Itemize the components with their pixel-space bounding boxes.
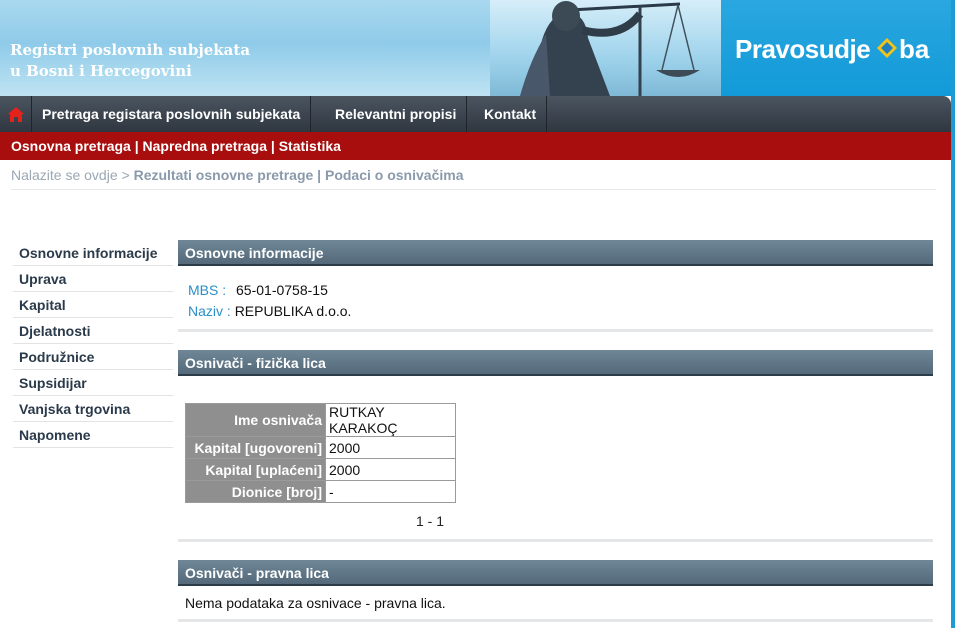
sidebar-item-capital[interactable]: Kapital: [13, 292, 173, 318]
nav-item-search-registry[interactable]: Pretraga registara poslovnih subjekata: [32, 96, 312, 132]
breadcrumb-current[interactable]: Rezultati osnovne pretrage | Podaci o os…: [134, 167, 464, 183]
founders-table: Ime osnivača RUTKAY KARAKOÇ Kapital [ugo…: [185, 403, 456, 503]
subnav-links: Osnovna pretraga | Napredna pretraga | S…: [11, 138, 341, 154]
logo-text-right: ba: [899, 34, 930, 64]
site-title-line1: Registri poslovnih subjekata: [10, 41, 251, 59]
sidebar-item-branches[interactable]: Podružnice: [13, 344, 173, 370]
site-title-line2: u Bosni i Hercegovini: [10, 62, 192, 80]
main-nav: Pretraga registara poslovnih subjekata R…: [0, 96, 951, 132]
sidebar-menu: Osnovne informacije Uprava Kapital Djela…: [13, 240, 173, 448]
site-header: Registri poslovnih subjekata u Bosni i H…: [0, 0, 955, 96]
sidebar-item-foreign-trade[interactable]: Vanjska trgovina: [13, 396, 173, 422]
breadcrumb: Nalazite se ovdje > Rezultati osnovne pr…: [11, 167, 463, 183]
mbs-row: MBS : 65-01-0758-15: [188, 282, 328, 298]
mbs-label: MBS :: [188, 282, 227, 298]
subnav-separator: |: [130, 138, 143, 154]
shares-count-value: -: [325, 480, 456, 503]
sub-nav: Osnovna pretraga | Napredna pretraga | S…: [0, 132, 951, 160]
logo-text-left: Pravosudje: [735, 34, 871, 64]
table-row: Kapital [uplaćeni] 2000: [185, 458, 456, 481]
name-label: Naziv :: [188, 303, 231, 319]
shares-count-label: Dionice [broj]: [185, 480, 326, 503]
capital-contracted-value: 2000: [325, 436, 456, 459]
no-data-message: Nema podataka za osnivace - pravna lica.: [185, 595, 446, 611]
table-row: Ime osnivača RUTKAY KARAKOÇ: [185, 403, 456, 437]
subnav-basic-search[interactable]: Osnovna pretraga: [11, 138, 131, 154]
panel-divider: [178, 329, 933, 332]
subnav-statistics[interactable]: Statistika: [279, 138, 341, 154]
sidebar-item-notes[interactable]: Napomene: [13, 422, 173, 448]
pravosudje-logo[interactable]: Pravosudje ba: [721, 0, 955, 96]
breadcrumb-prefix: Nalazite se ovdje >: [11, 167, 130, 183]
founders-physical-header: Osnivači - fizička lica: [178, 350, 933, 376]
sidebar-item-subsidiary[interactable]: Supsidijar: [13, 370, 173, 396]
lady-justice-icon: [520, 1, 700, 96]
name-row: Naziv : REPUBLIKA d.o.o.: [188, 303, 351, 319]
logo-diamond-icon: [877, 38, 897, 58]
capital-contracted-label: Kapital [ugovoreni]: [185, 436, 326, 459]
founder-name-label: Ime osnivača: [185, 403, 326, 437]
name-value: REPUBLIKA d.o.o.: [234, 303, 352, 319]
nav-item-regulations[interactable]: Relevantni propisi: [325, 96, 468, 132]
table-row: Dionice [broj] -: [185, 480, 456, 503]
table-row: Kapital [ugovoreni] 2000: [185, 436, 456, 459]
sidebar-item-basic-info[interactable]: Osnovne informacije: [13, 240, 173, 266]
panel-divider: [178, 619, 933, 622]
panel-divider: [178, 539, 933, 542]
nav-item-contact[interactable]: Kontakt: [474, 96, 548, 132]
founders-legal-header: Osnivači - pravna lica: [178, 560, 933, 586]
founder-name-value: RUTKAY KARAKOÇ: [325, 403, 456, 437]
nav-home-button[interactable]: [0, 96, 32, 132]
pagination-indicator: 1 - 1: [416, 513, 445, 529]
home-icon: [7, 106, 24, 122]
basic-info-header: Osnovne informacije: [178, 240, 933, 266]
basic-info-heading: Osnovne informacije: [185, 245, 324, 261]
subnav-advanced-search[interactable]: Napredna pretraga: [143, 138, 267, 154]
justice-statue-image: [490, 0, 722, 96]
founders-legal-heading: Osnivači - pravna lica: [185, 565, 329, 581]
site-title[interactable]: Registri poslovnih subjekata u Bosni i H…: [10, 40, 250, 82]
sidebar-item-management[interactable]: Uprava: [13, 266, 173, 292]
capital-paid-value: 2000: [325, 458, 456, 481]
founders-physical-heading: Osnivači - fizička lica: [185, 355, 326, 371]
mbs-value: 65-01-0758-15: [236, 282, 328, 298]
subnav-separator: |: [267, 138, 279, 154]
capital-paid-label: Kapital [uplaćeni]: [185, 458, 326, 481]
right-edge-bar: [951, 0, 955, 628]
breadcrumb-divider: [11, 189, 936, 190]
sidebar-item-activities[interactable]: Djelatnosti: [13, 318, 173, 344]
